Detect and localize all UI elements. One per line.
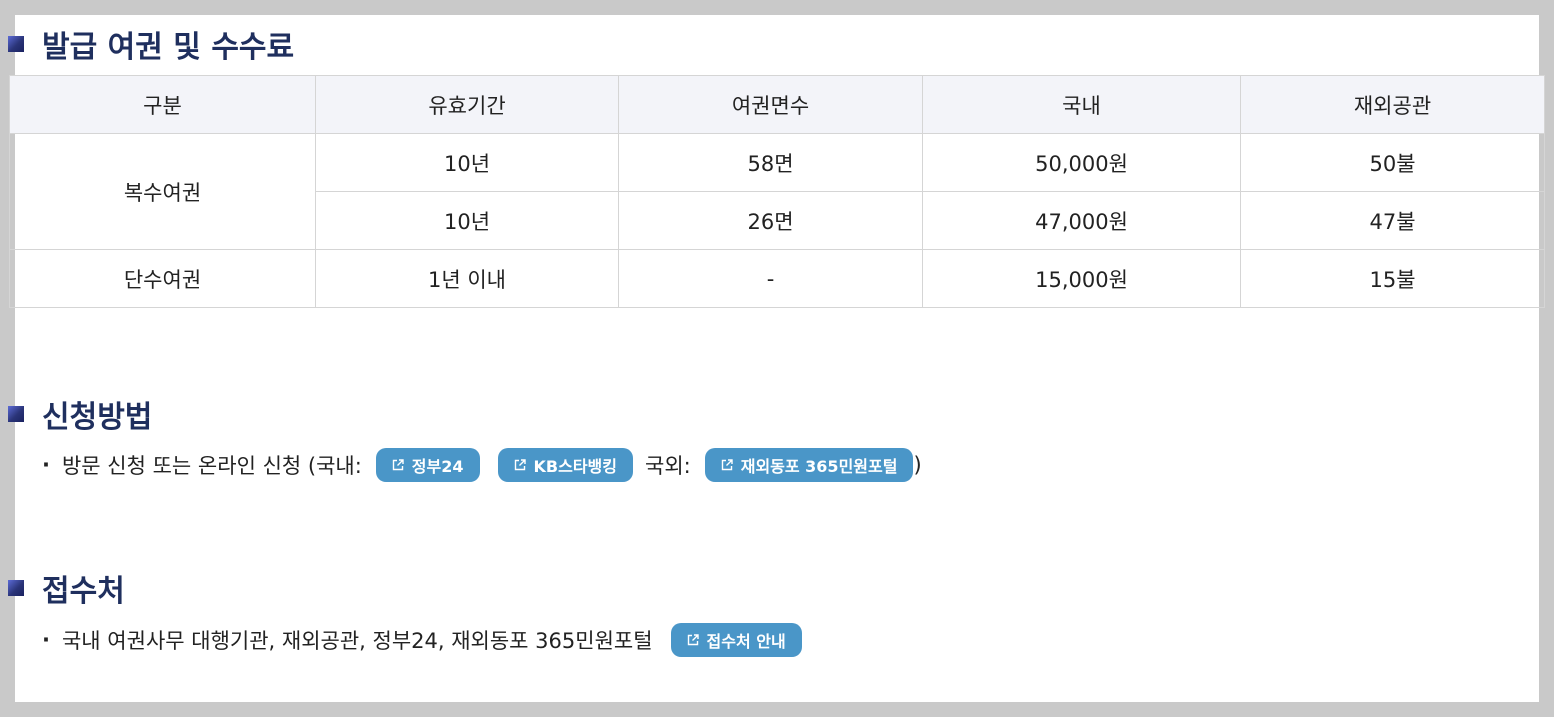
cell-overseas: 15불: [1240, 249, 1545, 308]
external-link-icon: [392, 459, 404, 471]
fees-section-title: 발급 여권 및 수수료: [8, 22, 294, 66]
reception-section-title: 접수처: [8, 566, 125, 610]
overseas-portal-link-button[interactable]: 재외동포 365민원포털: [704, 448, 914, 482]
reception-title-text: 접수처: [42, 574, 125, 609]
fees-table: 구분 유효기간 여권면수 국내 재외공관 복수여권 10년 58면 50,000…: [9, 75, 1545, 308]
external-link-icon: [687, 634, 699, 646]
cell-type: 복수여권: [9, 133, 316, 250]
apply-method-line: · 방문 신청 또는 온라인 신청 (국내: 정부24 KB스타뱅킹 국외: 재…: [42, 448, 922, 482]
cell-overseas: 50불: [1240, 133, 1545, 192]
cell-domestic: 47,000원: [922, 191, 1241, 250]
list-dot: ·: [42, 628, 50, 652]
square-bullet-icon: [8, 406, 24, 422]
cell-validity: 1년 이내: [315, 249, 619, 308]
overseas-label: 국외:: [645, 454, 691, 478]
table-header-row: 구분 유효기간 여권면수 국내 재외공관: [9, 75, 1545, 134]
reception-text: 국내 여권사무 대행기관, 재외공관, 정부24, 재외동포 365민원포털: [61, 629, 653, 653]
fees-title-text: 발급 여권 및 수수료: [42, 30, 295, 65]
cell-pages: -: [618, 249, 923, 308]
cell-pages: 58면: [618, 133, 923, 192]
header-pages: 여권면수: [618, 75, 923, 134]
apply-section-title: 신청방법: [8, 392, 152, 436]
external-link-icon: [721, 459, 733, 471]
header-overseas: 재외공관: [1240, 75, 1545, 134]
header-domestic: 국내: [922, 75, 1241, 134]
list-dot: ·: [42, 453, 50, 477]
reception-line: · 국내 여권사무 대행기관, 재외공관, 정부24, 재외동포 365민원포털…: [42, 623, 802, 657]
gov24-link-button[interactable]: 정부24: [375, 448, 480, 482]
overseas-portal-link-label: 재외동포 365민원포털: [740, 457, 898, 476]
cell-domestic: 15,000원: [922, 249, 1241, 308]
square-bullet-icon: [8, 36, 24, 52]
apply-text-prefix: 방문 신청 또는 온라인 신청 (국내:: [61, 454, 362, 478]
table-row: 복수여권 10년 58면 50,000원 50불: [9, 133, 1545, 250]
cell-pages: 26면: [618, 191, 923, 250]
reception-info-link-button[interactable]: 접수처 안내: [670, 623, 802, 657]
external-link-icon: [514, 459, 526, 471]
gov24-link-label: 정부24: [411, 457, 464, 476]
square-bullet-icon: [8, 580, 24, 596]
header-validity: 유효기간: [315, 75, 619, 134]
kb-star-banking-link-button[interactable]: KB스타뱅킹: [497, 448, 633, 482]
table-row: 단수여권 1년 이내 - 15,000원 15불: [9, 249, 1545, 308]
kb-star-banking-link-label: KB스타뱅킹: [533, 457, 617, 476]
apply-text-suffix: ): [913, 453, 922, 477]
header-type: 구분: [9, 75, 316, 134]
apply-title-text: 신청방법: [42, 400, 153, 435]
cell-validity: 10년: [315, 133, 619, 192]
cell-overseas: 47불: [1240, 191, 1545, 250]
cell-type: 단수여권: [9, 249, 316, 308]
reception-info-link-label: 접수처 안내: [706, 632, 786, 651]
cell-domestic: 50,000원: [922, 133, 1241, 192]
cell-validity: 10년: [315, 191, 619, 250]
